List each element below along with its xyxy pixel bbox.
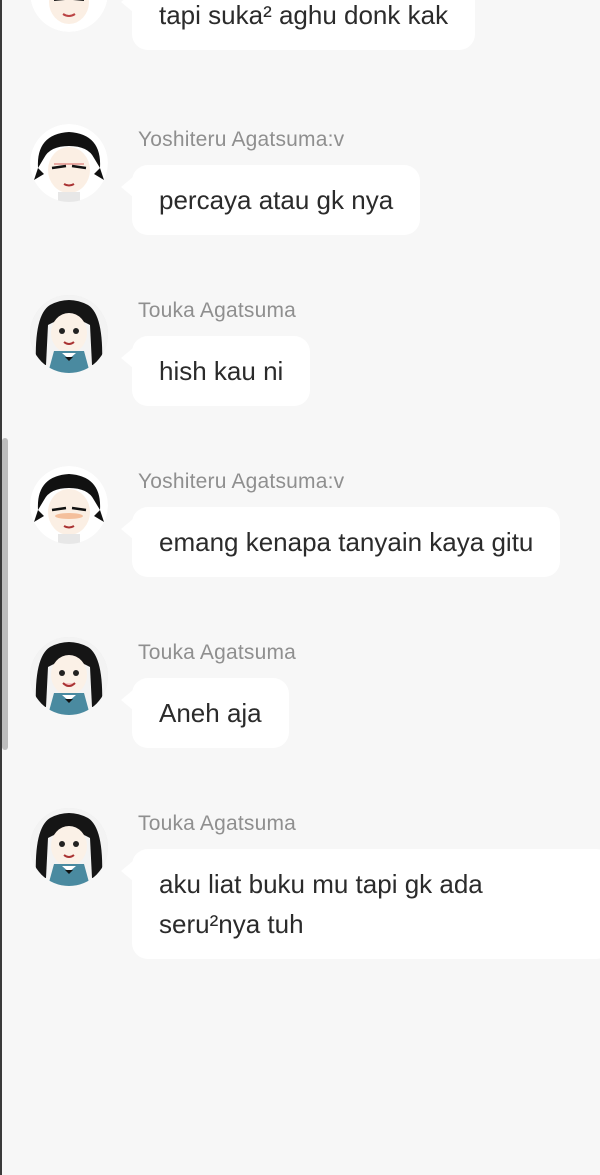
touka-avatar[interactable] [30, 808, 108, 886]
message-text: aku liat buku mu tapi gk ada seru²nya tu… [159, 869, 483, 939]
avatar-image [30, 295, 108, 373]
avatar-image [30, 466, 108, 544]
message-text: tapi suka² aghu donk kak [159, 0, 449, 30]
avatar-image [30, 637, 108, 715]
message-bubble[interactable]: percaya atau gk nya [120, 165, 421, 235]
sender-name: Yoshiteru Agatsuma:v [138, 470, 345, 493]
message-bubble[interactable]: tapi suka² aghu donk kak [120, 0, 476, 50]
touka-avatar[interactable] [30, 637, 108, 715]
sender-name: Yoshiteru Agatsuma:v [138, 128, 345, 151]
sender-name: Touka Agatsuma [138, 812, 297, 835]
touka-avatar[interactable] [30, 295, 108, 373]
message-bubble[interactable]: aku liat buku mu tapi gk ada seru²nya tu… [121, 849, 600, 959]
message-bubble[interactable]: hish kau ni [120, 336, 311, 406]
avatar-image [30, 124, 108, 202]
message-bubble[interactable]: emang kenapa tanyain kaya gitu [120, 507, 561, 577]
message-text: percaya atau gk nya [159, 185, 394, 215]
yoshiteru-avatar[interactable] [30, 466, 108, 544]
sender-name: Touka Agatsuma [138, 641, 297, 664]
chat-screen: tapi suka² aghu donk kak Yoshiteru Agats… [0, 0, 600, 1175]
sender-name: Touka Agatsuma [138, 299, 297, 322]
message-text: Aneh aja [159, 698, 262, 728]
message-text: hish kau ni [159, 356, 284, 386]
message-bubble[interactable]: Aneh aja [121, 678, 289, 748]
avatar-image [30, 808, 108, 886]
message-text: emang kenapa tanyain kaya gitu [159, 527, 534, 557]
yoshiteru-avatar[interactable] [30, 124, 108, 202]
avatar-image [30, 0, 108, 32]
scroll-indicator[interactable] [2, 438, 8, 750]
yoshiteru-avatar[interactable] [30, 0, 108, 32]
